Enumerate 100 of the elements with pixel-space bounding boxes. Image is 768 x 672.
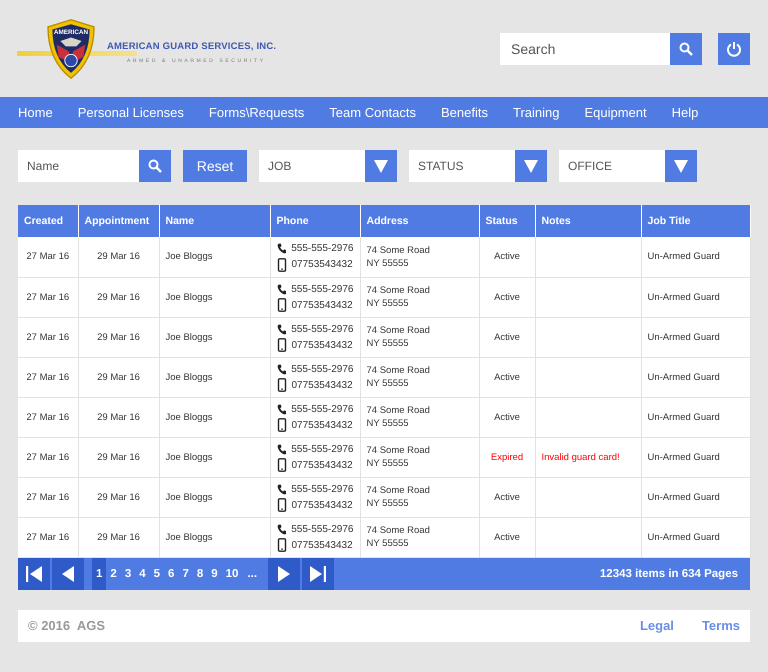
status-cell: Active [479,397,535,437]
page-link[interactable]: 3 [120,558,136,590]
status-cell: Active [479,517,535,557]
table-cell: 27 Mar 16 [18,477,78,517]
page-link[interactable]: 4 [135,558,150,590]
phone-icon [276,524,286,534]
caret-icon [374,160,388,172]
search-button[interactable] [139,150,171,182]
page-link[interactable]: 7 [178,558,193,590]
page-link[interactable]: 5 [150,558,164,590]
last-page-button[interactable] [302,558,334,590]
caret-icon [674,160,688,172]
address-line: 74 Some Road [366,324,431,337]
column-header[interactable]: Job Title [641,205,750,237]
nav-link[interactable]: Help [672,105,698,120]
address-line: 74 Some Road [366,404,431,417]
footer-link[interactable]: Legal [640,618,674,633]
address-line: NY 55555 [366,256,410,270]
page-link[interactable]: 2 [106,558,121,590]
table-cell: Un-Armed Guard [641,437,750,477]
nav-link[interactable]: Equipment [584,105,647,120]
nav-link[interactable]: Personal Licenses [78,105,184,120]
table-cell: 29 Mar 16 [78,437,159,477]
footer-link[interactable]: Terms [702,618,740,633]
search-field[interactable]: Search [500,32,670,64]
address-line: NY 55555 [366,297,410,310]
column-header[interactable]: Notes [535,205,641,237]
table-cell: Joe Bloggs [159,357,270,397]
phone-icon [276,324,286,334]
address-line: NY 55555 [366,417,410,430]
phone-icon [276,484,286,494]
mobile-phone-icon [276,498,286,512]
mobile-number: 07753543432 [292,500,353,510]
dropdown[interactable]: STATUS [409,150,547,182]
address-line: 74 Some Road [366,364,431,377]
column-header[interactable]: Name [159,205,270,237]
phone-number: 555-555-2976 [291,444,354,454]
table-cell: Joe Bloggs [159,397,270,437]
table-cell: 29 Mar 16 [78,237,159,277]
name-field[interactable]: Name [18,150,139,182]
table-cell: 29 Mar 16 [78,317,159,357]
page-link[interactable]: 8 [192,558,208,590]
column-header[interactable]: Address [360,205,479,237]
phone-number: 555-555-2976 [291,324,354,334]
mobile-number: 07753543432 [292,420,353,430]
next-page-button[interactable] [268,558,300,590]
page-link[interactable]: 10 [222,558,242,590]
column-header[interactable]: Phone [270,205,360,237]
table-cell: Un-Armed Guard [641,317,750,357]
column-header[interactable]: Created [18,205,78,237]
table-cell: Joe Bloggs [159,237,270,277]
mobile-number: 07753543432 [292,460,353,470]
address-line: 74 Some Road [366,244,431,257]
nav-link[interactable]: Benefits [441,105,488,120]
phone-number: 555-555-2976 [291,364,354,374]
power-button[interactable] [718,32,750,64]
reset-button[interactable]: Reset [183,150,247,182]
column-header[interactable]: Appointment [78,205,159,237]
phone-icon [276,243,286,254]
nav-link[interactable]: Training [512,105,560,120]
ellipsis: ... [246,568,258,580]
page-link[interactable]: 9 [207,558,222,590]
next-icon [277,566,292,582]
column-header[interactable]: Status [479,205,535,237]
dropdown[interactable]: JOB [259,150,397,182]
last-page-icon [309,564,328,582]
table-cell: 27 Mar 16 [18,517,78,557]
mobile-number: 07753543432 [292,300,353,310]
mobile-number: 07753543432 [292,540,353,550]
page-link[interactable]: 6 [164,558,178,590]
nav-link[interactable]: Team Contacts [329,105,416,120]
status-cell: Active [479,477,535,517]
nav-link[interactable]: Forms\Requests [208,105,304,120]
table-cell: 29 Mar 16 [78,397,159,437]
table-cell: Un-Armed Guard [641,277,750,317]
phone-number: 555-555-2976 [291,243,354,254]
table-cell: 29 Mar 16 [78,517,159,557]
mobile-number: 07753543432 [292,340,353,350]
dropdown[interactable]: OFFICE [559,150,697,182]
table-cell: Un-Armed Guard [641,357,750,397]
previous-page-button[interactable] [52,558,84,590]
search-button[interactable] [670,32,702,64]
page-link[interactable]: 1 [92,558,106,590]
phone-icon [276,444,286,454]
mobile-phone-icon [276,338,286,352]
table-cell: Un-Armed Guard [641,477,750,517]
mobile-phone-icon [276,298,286,312]
search-icon [679,42,693,56]
address-line: 74 Some Road [366,444,431,457]
table-cell: Un-Armed Guard [641,397,750,437]
first-page-button[interactable] [18,558,50,590]
previous-icon [61,566,75,582]
mobile-phone-icon [276,458,286,472]
mobile-number: 07753543432 [292,380,353,390]
table-cell: Joe Bloggs [159,517,270,557]
table-cell: 27 Mar 16 [18,397,78,437]
table-cell: 27 Mar 16 [18,357,78,397]
status-cell: Expired [479,437,535,477]
phone-icon [276,404,286,414]
nav-link[interactable]: Home [18,105,53,120]
